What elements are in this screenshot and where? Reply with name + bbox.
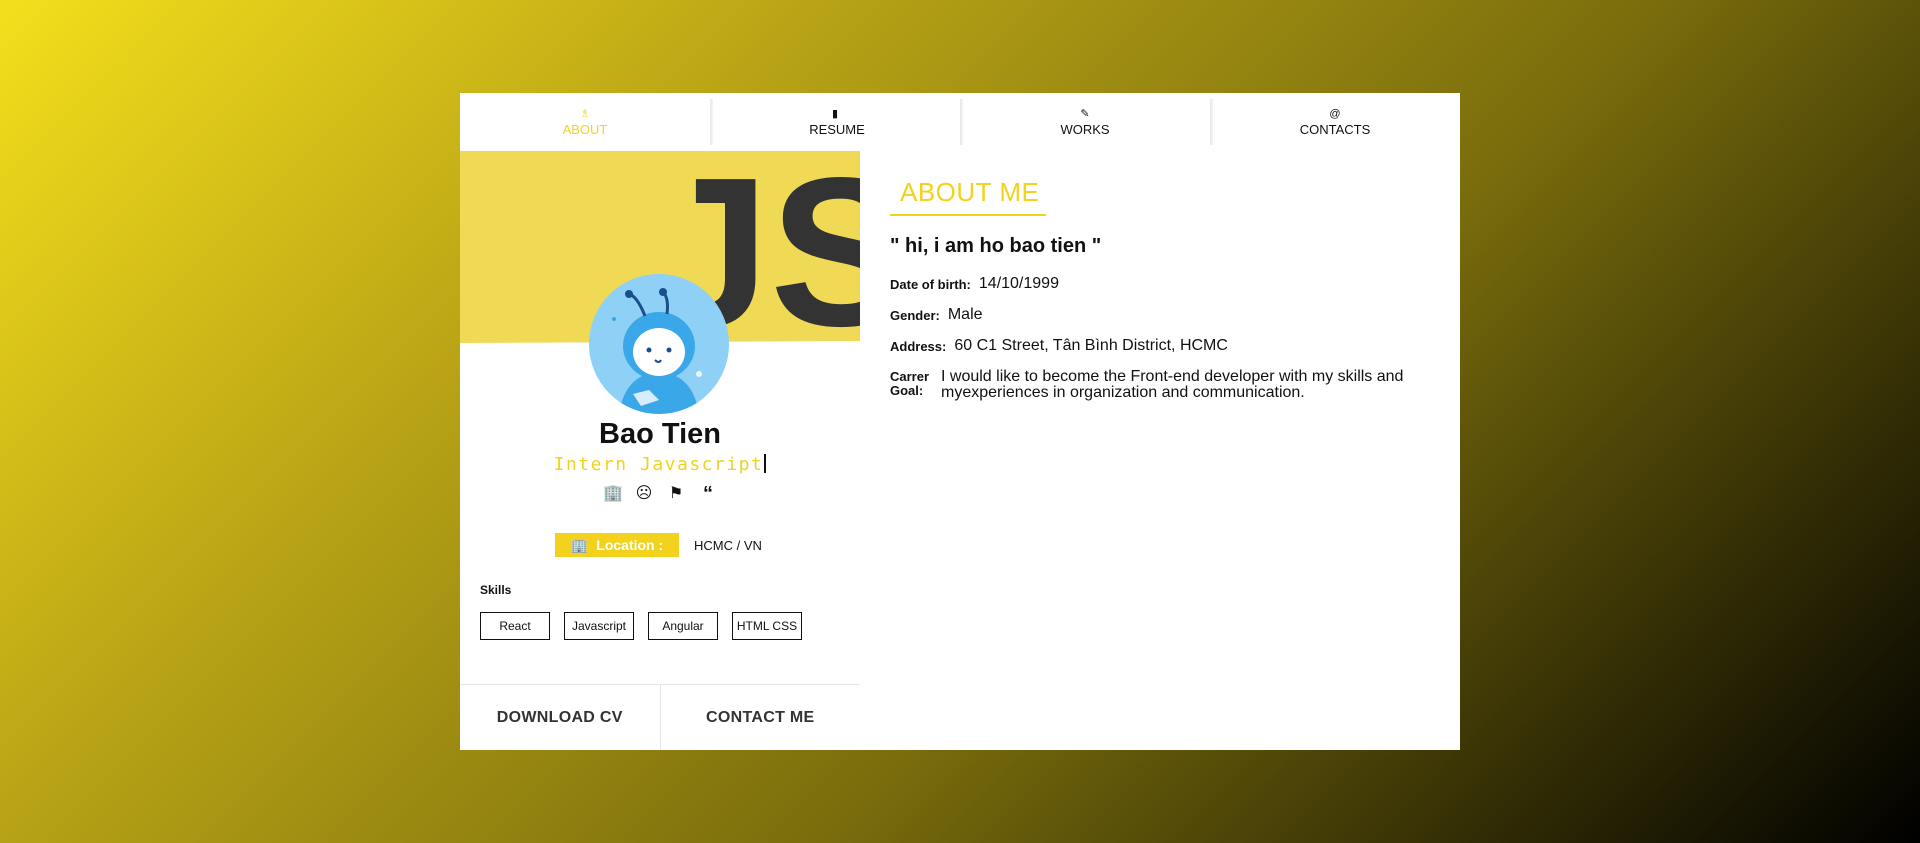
location-badge: 🏢 Location : xyxy=(555,533,679,557)
user-icon: ♗ xyxy=(580,107,590,120)
about-title-underline xyxy=(890,214,1046,216)
quote-icon[interactable]: “ xyxy=(699,483,717,506)
at-icon: @ xyxy=(1329,107,1341,120)
location-label: Location : xyxy=(596,537,664,553)
profile-card: ♗ ABOUT ▮ RESUME ✎ WORKS @ CONTACTS JS B… xyxy=(460,93,1460,750)
profile-name: Bao Tien xyxy=(599,418,721,450)
skills-list: React Javascript Angular HTML CSS xyxy=(480,612,802,640)
flag-icon[interactable]: ⚑ xyxy=(667,483,685,506)
download-cv-button[interactable]: DOWNLOAD CV xyxy=(460,685,660,750)
tab-about[interactable]: ♗ ABOUT xyxy=(460,93,710,151)
location-row: 🏢 Location : HCMC / VN xyxy=(555,533,762,557)
gender-value: Male xyxy=(947,306,983,323)
dob-label: Date of birth: xyxy=(890,277,971,292)
profile-panel: JS Bao Tien Intern Javascript 🏢 ☹ ⚑ “ 🏢 … xyxy=(460,151,860,750)
profile-role: Intern Javascript xyxy=(460,454,860,475)
tab-bar: ♗ ABOUT ▮ RESUME ✎ WORKS @ CONTACTS xyxy=(460,93,1460,151)
skill-tag[interactable]: Javascript xyxy=(564,612,634,640)
building-icon: 🏢 xyxy=(570,536,589,553)
tab-contacts[interactable]: @ CONTACTS xyxy=(1210,93,1460,151)
pencil-icon: ✎ xyxy=(1080,107,1090,120)
face-icon[interactable]: ☹ xyxy=(635,483,653,506)
skill-tag[interactable]: Angular xyxy=(648,612,718,640)
about-section: ABOUT ME " hi, i am ho bao tien " Date o… xyxy=(890,151,1450,750)
skill-tag[interactable]: HTML CSS xyxy=(732,612,802,640)
about-quote: " hi, i am ho bao tien " xyxy=(890,235,1102,257)
address-label: Address: xyxy=(890,339,947,354)
book-icon: ▮ xyxy=(831,107,839,120)
about-title: ABOUT ME xyxy=(900,177,1040,207)
skill-tag[interactable]: React xyxy=(480,612,550,640)
dob-row: Date of birth: 14/10/1999 xyxy=(890,275,1059,293)
tab-resume[interactable]: ▮ RESUME xyxy=(710,93,960,151)
goal-value: I would like to become the Front-end dev… xyxy=(941,368,1404,401)
dob-value: 14/10/1999 xyxy=(978,275,1059,292)
profile-role-text: Intern Javascript xyxy=(553,454,764,475)
tab-label: RESUME xyxy=(809,121,865,137)
typing-caret xyxy=(764,454,767,473)
location-value: HCMC / VN xyxy=(694,537,762,553)
avatar xyxy=(589,274,729,414)
tab-label: WORKS xyxy=(1060,121,1110,137)
gender-row: Gender: Male xyxy=(890,306,983,324)
building-icon[interactable]: 🏢 xyxy=(603,483,623,506)
social-links: 🏢 ☹ ⚑ “ xyxy=(460,483,860,506)
goal-label: Carrer Goal: xyxy=(890,369,930,398)
goal-row: Carrer Goal: I would like to become the … xyxy=(890,369,1441,401)
contact-me-button[interactable]: CONTACT ME xyxy=(659,685,861,750)
tab-label: CONTACTS xyxy=(1299,121,1371,137)
gender-label: Gender: xyxy=(890,308,940,323)
tab-label: ABOUT xyxy=(562,121,608,137)
address-value: 60 C1 Street, Tân Bình District, HCMC xyxy=(954,337,1228,354)
robot-avatar-icon xyxy=(589,274,729,414)
address-row: Address: 60 C1 Street, Tân Bình District… xyxy=(890,337,1228,355)
skills-title: Skills xyxy=(480,583,512,597)
tab-works[interactable]: ✎ WORKS xyxy=(960,93,1210,151)
action-buttons: DOWNLOAD CV CONTACT ME xyxy=(460,684,860,750)
